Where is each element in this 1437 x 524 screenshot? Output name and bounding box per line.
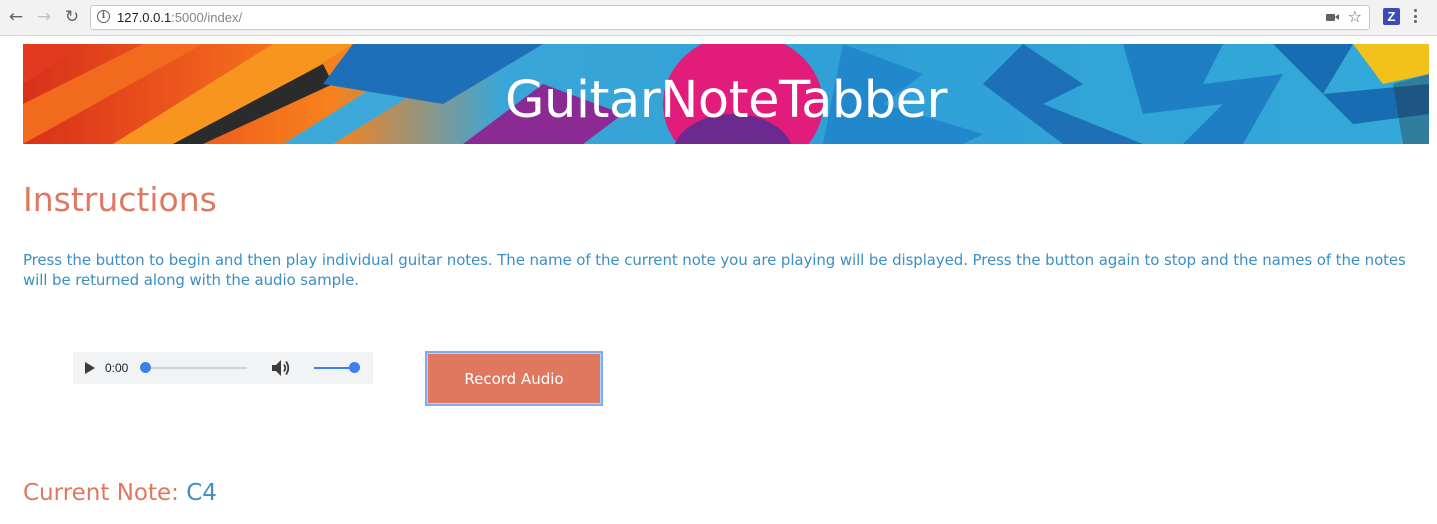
volume-icon[interactable] (270, 358, 292, 378)
seek-thumb[interactable] (140, 362, 151, 373)
current-note-label: Current Note: (23, 480, 179, 506)
reload-button[interactable]: ↻ (62, 7, 82, 27)
instructions-text: Press the button to begin and then play … (23, 251, 1406, 289)
star-icon[interactable]: ☆ (1348, 8, 1362, 26)
audio-player: 0:00 (73, 352, 373, 384)
kebab-menu-icon[interactable] (1414, 9, 1418, 25)
current-note: Current Note: C4 (23, 478, 217, 508)
url-path: :5000/index/ (171, 10, 243, 25)
arrow-left-icon: ← (8, 6, 24, 27)
back-button[interactable]: ← (6, 7, 26, 27)
forward-button[interactable]: → (34, 7, 54, 27)
extension-button[interactable]: Z (1383, 8, 1400, 25)
seek-bar[interactable] (145, 367, 247, 369)
volume-slider[interactable] (314, 367, 354, 369)
site-title: GuitarNoteTabber (504, 70, 948, 130)
header-banner: GuitarNoteTabber (23, 44, 1429, 144)
play-icon[interactable] (85, 362, 95, 374)
browser-toolbar: ← → ↻ i 127.0.0.1:5000/index/ ☆ Z (0, 0, 1437, 36)
info-icon[interactable]: i (97, 10, 110, 23)
instructions-heading: Instructions (23, 180, 217, 219)
current-time: 0:00 (105, 361, 129, 375)
reload-icon: ↻ (64, 6, 80, 27)
url-host: 127.0.0.1 (117, 10, 172, 25)
address-bar[interactable]: i 127.0.0.1:5000/index/ ☆ (90, 5, 1370, 30)
current-note-value: C4 (186, 480, 217, 506)
url-text[interactable]: 127.0.0.1:5000/index/ (117, 10, 242, 26)
camera-icon[interactable] (1326, 14, 1339, 21)
volume-thumb[interactable] (349, 362, 360, 373)
arrow-right-icon: → (36, 6, 52, 27)
record-audio-button[interactable]: Record Audio (425, 351, 603, 406)
